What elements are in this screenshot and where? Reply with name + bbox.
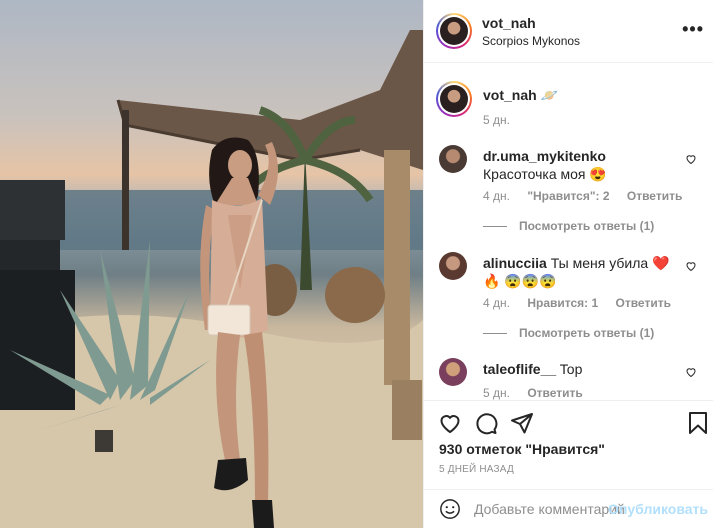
like-heart-icon[interactable]: [438, 411, 462, 435]
add-comment-bar: Опубликовать: [424, 489, 713, 528]
post-side-panel: vot_nah Scorpios Mykonos ••• vot_nah 🪐 5…: [423, 0, 713, 528]
comment-text: dr.uma_mykitenko Красоточка моя 😍: [483, 147, 683, 183]
publish-comment-button[interactable]: Опубликовать: [608, 501, 708, 517]
author-username[interactable]: vot_nah: [482, 15, 536, 31]
like-comment-heart-icon[interactable]: [685, 260, 697, 272]
comment-input[interactable]: [474, 499, 624, 519]
comment-username[interactable]: dr.uma_mykitenko: [483, 148, 606, 164]
emoji-smiley-icon[interactable]: [439, 498, 461, 520]
caption-avatar[interactable]: [436, 81, 472, 117]
view-replies-button[interactable]: Посмотреть ответы (1): [483, 326, 654, 340]
photo-illustration: [0, 30, 423, 528]
caption-time[interactable]: 5 дн.: [483, 113, 510, 127]
reply-button[interactable]: Ответить: [527, 386, 582, 400]
ellipsis-icon[interactable]: •••: [682, 19, 704, 40]
commenter-avatar[interactable]: [439, 358, 467, 386]
comment-meta: 5 дн. Ответить: [483, 386, 597, 400]
view-replies-label: Посмотреть ответы (1): [519, 219, 655, 233]
post-location[interactable]: Scorpios Mykonos: [482, 34, 580, 48]
comment-meta: 4 дн. Нравится: 1 Ответить: [483, 296, 685, 310]
view-replies-label: Посмотреть ответы (1): [519, 326, 655, 340]
reply-button[interactable]: Ответить: [627, 189, 682, 203]
comment-likes[interactable]: Нравится: 1: [527, 296, 598, 310]
comment-likes[interactable]: "Нравится": 2: [527, 189, 609, 203]
comment-bubble-icon[interactable]: [474, 411, 498, 435]
save-bookmark-icon[interactable]: [686, 411, 710, 435]
replies-divider: [483, 226, 507, 228]
post-photo[interactable]: [0, 0, 423, 528]
comment-meta: 4 дн. "Нравится": 2 Ответить: [483, 189, 696, 203]
caption-text: vot_nah 🪐: [483, 86, 683, 104]
caption-body: 🪐: [540, 87, 559, 103]
replies-divider: [483, 333, 507, 335]
comment-time[interactable]: 4 дн.: [483, 296, 510, 310]
commenter-avatar[interactable]: [439, 145, 467, 173]
comment-body: Красоточка моя 😍: [483, 166, 607, 182]
comment-time[interactable]: 5 дн.: [483, 386, 510, 400]
share-paper-plane-icon[interactable]: [510, 411, 534, 435]
reply-button[interactable]: Ответить: [616, 296, 671, 310]
post-actions: 930 отметок "Нравится" 5 ДНЕЙ НАЗАД: [424, 400, 713, 490]
post-header: vot_nah Scorpios Mykonos •••: [424, 0, 713, 63]
view-replies-button[interactable]: Посмотреть ответы (1): [483, 219, 654, 233]
caption-username[interactable]: vot_nah: [483, 87, 537, 103]
comment-username[interactable]: taleoflife__: [483, 361, 556, 377]
comment-time[interactable]: 4 дн.: [483, 189, 510, 203]
comment-username[interactable]: alinucciia: [483, 255, 547, 271]
post-date[interactable]: 5 ДНЕЙ НАЗАД: [439, 464, 514, 475]
like-comment-heart-icon[interactable]: [685, 366, 697, 378]
author-avatar[interactable]: [436, 13, 472, 49]
commenter-avatar[interactable]: [439, 252, 467, 280]
comment-text: taleoflife__ Top: [483, 360, 683, 378]
comments-list[interactable]: vot_nah 🪐 5 дн. dr.uma_mykitenko Красото…: [424, 63, 713, 400]
comment-body: Top: [559, 361, 583, 377]
comment-text: alinucciia Ты меня убила ❤️🔥 😨😨😨: [483, 254, 683, 290]
like-comment-heart-icon[interactable]: [685, 153, 697, 165]
likes-count[interactable]: 930 отметок "Нравится": [439, 441, 605, 457]
